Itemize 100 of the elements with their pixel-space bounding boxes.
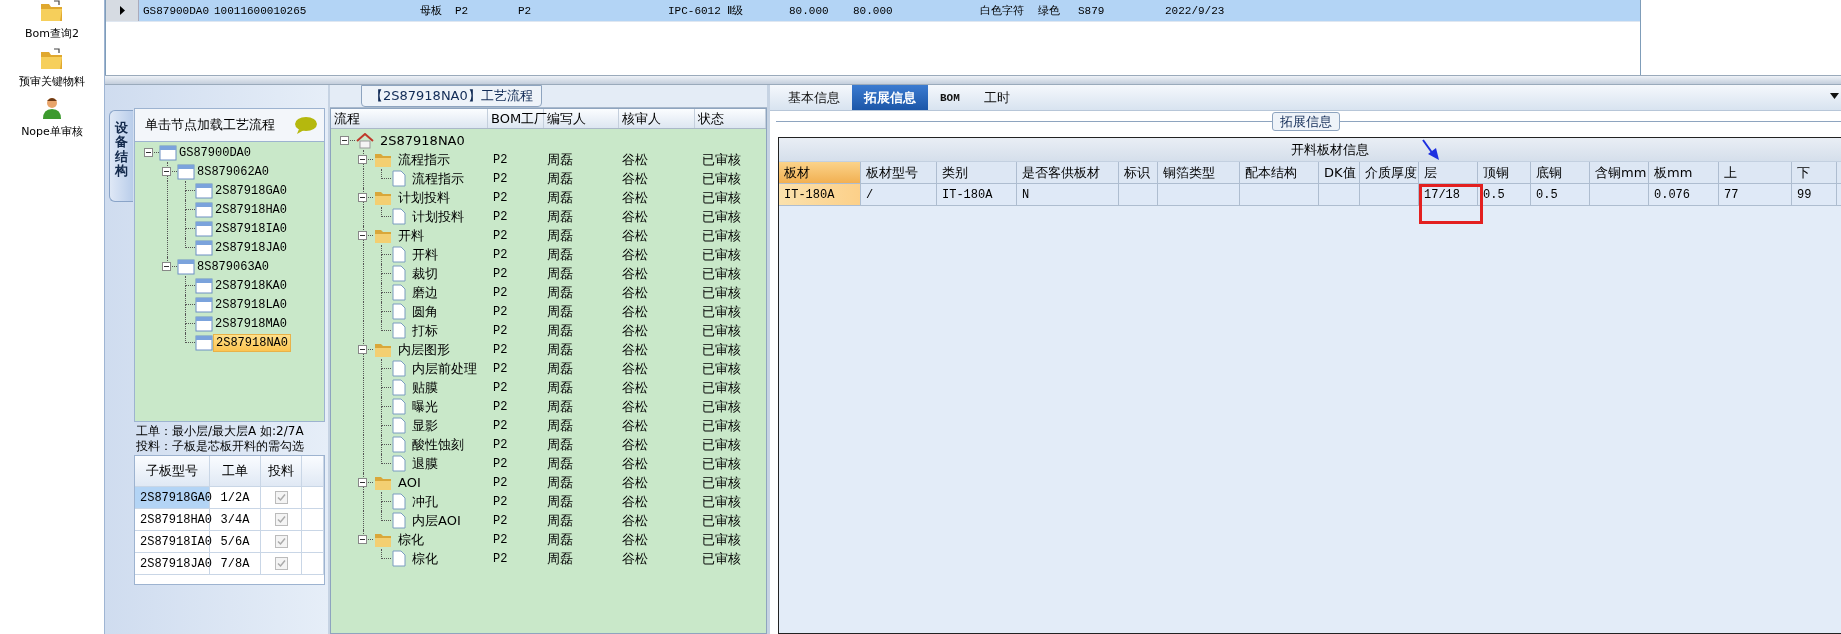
collapse-icon[interactable] xyxy=(358,535,367,544)
table-cell[interactable]: 99 xyxy=(1792,184,1837,205)
column-header[interactable]: 上 xyxy=(1719,162,1792,183)
tree-node[interactable]: 棕化 xyxy=(410,548,440,569)
tree-node[interactable]: 2S87918MA0 xyxy=(213,315,289,332)
column-header[interactable]: 投料 xyxy=(261,456,302,487)
column-header[interactable]: 是否客供板材 xyxy=(1017,162,1119,183)
table-cell[interactable] xyxy=(1240,184,1319,205)
tree-node[interactable]: 圆角 xyxy=(410,301,440,322)
collapse-icon[interactable] xyxy=(358,231,367,240)
column-header[interactable]: 工单 xyxy=(210,456,261,487)
dropdown-icon[interactable] xyxy=(1830,93,1839,99)
collapse-icon[interactable] xyxy=(144,148,153,157)
column-header[interactable]: 编写人 xyxy=(544,109,619,128)
column-header[interactable]: 底铜 xyxy=(1531,162,1590,183)
column-header[interactable]: 状态 xyxy=(695,109,766,128)
splitter-bar[interactable] xyxy=(105,75,1841,85)
table-cell[interactable] xyxy=(1119,184,1158,205)
collapse-icon[interactable] xyxy=(358,345,367,354)
collapse-icon[interactable] xyxy=(162,167,171,176)
checkbox[interactable] xyxy=(274,513,288,526)
grid-row[interactable]: GS87900DA0 10011600010265 母板 P2 P2 IPC-6012 Ⅱ级 80.000 80.000 白色字符 绿色 S879 2022/9/23 xyxy=(106,0,1640,22)
table-cell[interactable]: 2S87918IA0 xyxy=(135,531,210,553)
collapse-icon[interactable] xyxy=(358,193,367,202)
tree-node[interactable]: 退膜 xyxy=(410,453,440,474)
tree-node[interactable]: 2S87918LA0 xyxy=(213,296,289,313)
column-header[interactable]: 介质厚度 xyxy=(1360,162,1419,183)
table-cell[interactable] xyxy=(1158,184,1240,205)
shortcut-label[interactable]: Bom查询2 xyxy=(25,26,79,41)
table-cell[interactable] xyxy=(1319,184,1360,205)
tree-node[interactable]: 酸性蚀刻 xyxy=(410,434,466,455)
collapse-icon[interactable] xyxy=(358,155,367,164)
column-header[interactable]: 含铜mm xyxy=(1590,162,1649,183)
checkbox[interactable] xyxy=(274,535,288,548)
tree-node[interactable]: 曝光 xyxy=(410,396,440,417)
tree-node[interactable]: AOI xyxy=(396,474,423,491)
shortcut-label[interactable]: Nope单审核 xyxy=(21,124,83,139)
table-cell[interactable]: 0.076 xyxy=(1649,184,1719,205)
tree-node[interactable]: 2S87918IA0 xyxy=(213,220,289,237)
column-header[interactable]: 核审人 xyxy=(619,109,695,128)
column-header[interactable]: 层 xyxy=(1419,162,1478,183)
table-cell[interactable]: 2S87918GA0 xyxy=(135,487,210,509)
tree-node[interactable]: 冲孔 xyxy=(410,491,440,512)
tree-node[interactable]: 开料 xyxy=(410,244,440,265)
tree-node[interactable]: 计划投料 xyxy=(410,206,466,227)
tab[interactable]: 拓展信息 xyxy=(852,85,928,110)
table-cell[interactable]: 0.5 xyxy=(1531,184,1590,205)
tree-node[interactable]: 2S87918JA0 xyxy=(213,239,289,256)
tree-node[interactable]: 贴膜 xyxy=(410,377,440,398)
column-header[interactable]: 流程 xyxy=(331,109,488,128)
column-header[interactable]: 铜箔类型 xyxy=(1158,162,1240,183)
table-cell[interactable]: 0.5 xyxy=(1478,184,1531,205)
collapse-icon[interactable] xyxy=(340,136,349,145)
collapse-icon[interactable] xyxy=(162,262,171,271)
tree-node[interactable]: 内层AOI xyxy=(410,510,463,531)
table-cell[interactable]: IT-180A xyxy=(779,184,861,205)
checkbox[interactable] xyxy=(274,491,288,504)
tree-node[interactable]: 内层图形 xyxy=(396,339,452,360)
checkbox[interactable] xyxy=(274,557,288,570)
column-header[interactable]: 下 xyxy=(1792,162,1837,183)
column-header[interactable]: 类别 xyxy=(937,162,1017,183)
tree-node[interactable]: 裁切 xyxy=(410,263,440,284)
tree-node[interactable]: 2S87918HA0 xyxy=(213,201,289,218)
table-cell[interactable]: 77 xyxy=(1719,184,1792,205)
tree-node[interactable]: 棕化 xyxy=(396,529,426,550)
tab[interactable]: 基本信息 xyxy=(776,85,852,110)
table-cell[interactable]: / xyxy=(861,184,937,205)
table-cell[interactable]: N xyxy=(1017,184,1119,205)
tree-node[interactable]: 流程指示 xyxy=(410,168,466,189)
column-header[interactable]: 板材 xyxy=(779,162,861,183)
tree-node[interactable]: 8S879062A0 xyxy=(195,163,271,180)
tree-node[interactable]: 磨边 xyxy=(410,282,440,303)
column-header[interactable]: 配本结构 xyxy=(1240,162,1319,183)
column-header[interactable]: 板mm xyxy=(1649,162,1719,183)
tree-node[interactable]: 2S87918NA0 xyxy=(378,132,467,149)
collapse-icon[interactable] xyxy=(358,478,367,487)
table-cell[interactable]: 2S87918JA0 xyxy=(135,553,210,575)
tree-node[interactable]: 开料 xyxy=(396,225,426,246)
tab[interactable]: 工时 xyxy=(971,85,1022,110)
tab[interactable]: BOM xyxy=(928,85,972,110)
tree-node[interactable]: 2S87918GA0 xyxy=(213,182,289,199)
tree-node[interactable]: 打标 xyxy=(410,320,440,341)
folder-icon[interactable] xyxy=(40,0,64,22)
table-cell[interactable] xyxy=(1590,184,1649,205)
person-icon[interactable] xyxy=(41,96,63,120)
folder-icon[interactable] xyxy=(40,48,64,70)
tree-node[interactable]: 显影 xyxy=(410,415,440,436)
tree-node[interactable]: 8S879063A0 xyxy=(195,258,271,275)
column-header[interactable]: 标识 xyxy=(1119,162,1158,183)
column-header[interactable]: 板材型号 xyxy=(861,162,937,183)
vertical-tab[interactable]: 设备结构 xyxy=(109,110,133,202)
tree-node[interactable]: 内层前处理 xyxy=(410,358,479,379)
column-header[interactable]: 顶铜 xyxy=(1478,162,1531,183)
tree-node[interactable]: GS87900DA0 xyxy=(177,144,253,161)
column-header[interactable]: DK值 xyxy=(1319,162,1360,183)
tree-node[interactable]: 计划投料 xyxy=(396,187,452,208)
tree-node[interactable]: 2S87918NA0 xyxy=(213,333,291,352)
table-cell[interactable] xyxy=(1360,184,1419,205)
tree-node[interactable]: 2S87918KA0 xyxy=(213,277,289,294)
table-cell[interactable]: 2S87918HA0 xyxy=(135,509,210,531)
